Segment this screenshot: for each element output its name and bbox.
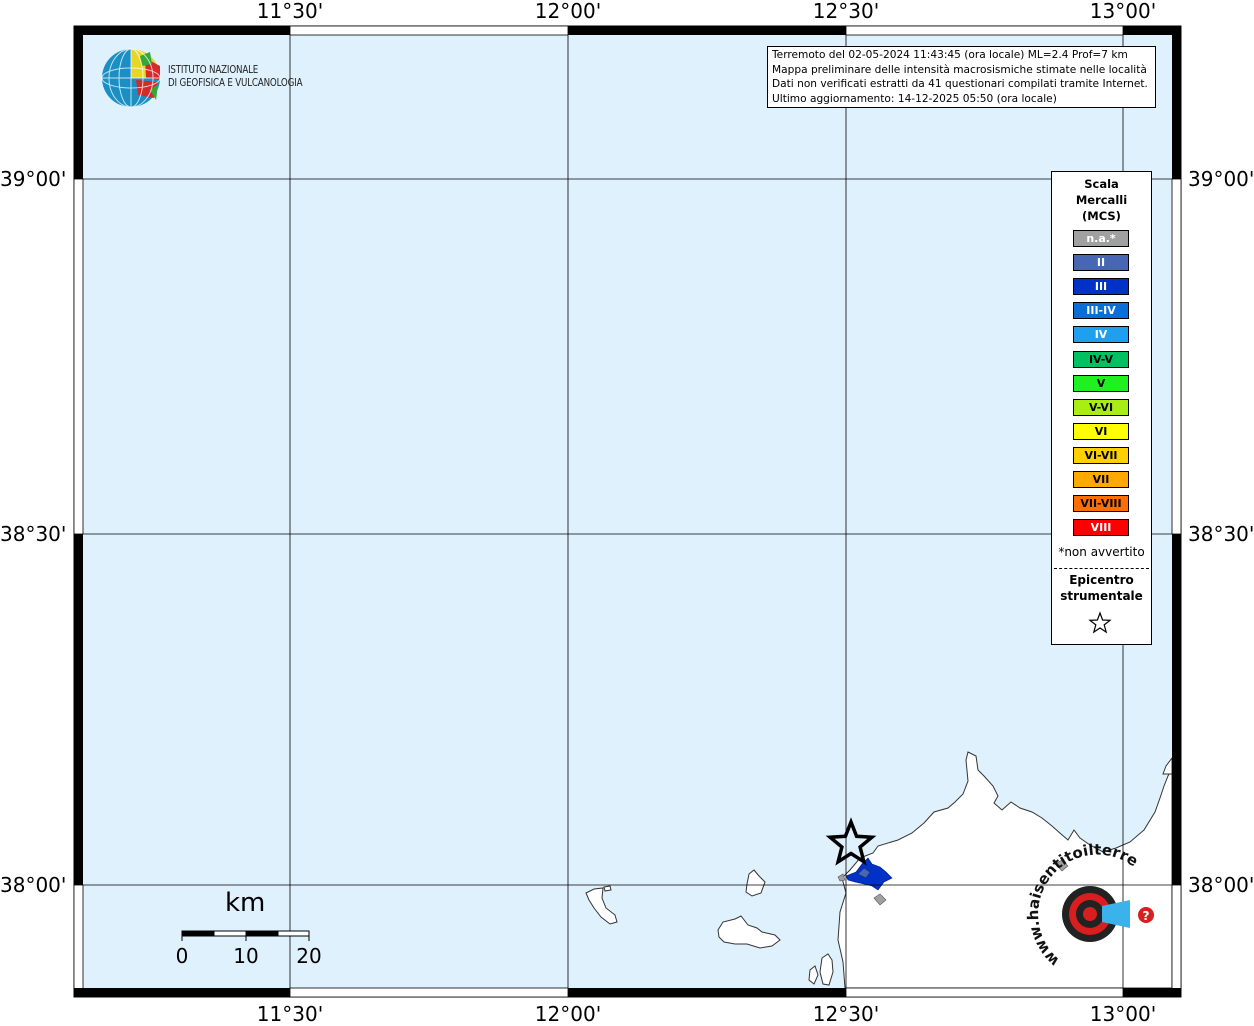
legend-swatch-3: III-IV [1073,302,1129,320]
lon-tick-bottom-0: 11°30' [256,1002,324,1026]
legend-swatch-2: III [1073,278,1129,296]
lon-tick-bottom-1: 12°00' [534,1002,602,1026]
legend-swatch-12: VIII [1073,519,1129,537]
legend-epicenter-label: Epicentro strumentale [1052,572,1151,604]
lat-tick-left-0: 39°00' [0,167,67,191]
ingv-logo-text: ISTITUTO NAZIONALE DI GEOFISICA E VULCAN… [168,63,303,89]
ingv-globe-logo [101,48,161,108]
scale-label-0: 0 [175,944,189,968]
lat-tick-left-2: 38°00' [0,873,67,897]
legend-swatch-5: IV-V [1073,350,1129,368]
legend-swatch-4: IV [1073,326,1129,344]
legend-note: *non avvertito [1058,545,1145,559]
lon-tick-bottom-2: 12°30' [812,1002,880,1026]
info-line-2: Mappa preliminare delle intensità macros… [772,63,1147,76]
logo-line-2: DI GEOFISICA E VULCANOLOGIA [168,76,303,89]
lat-tick-right-2: 38°00' [1188,873,1254,897]
legend-swatch-10: VII [1073,471,1129,488]
scale-label-20: 20 [296,944,322,968]
legend-swatch-7: V-VI [1073,398,1129,416]
legend-divider [1054,568,1149,569]
legend-swatch-0: n.a.* [1073,230,1129,247]
legend-epi-2: strumentale [1060,589,1143,603]
legend-title-3: (MCS) [1082,209,1121,223]
legend-swatch-9: VI-VII [1073,446,1129,464]
lat-tick-right-0: 39°00' [1188,167,1254,191]
legend-epi-1: Epicentro [1069,573,1134,587]
lon-tick-top-1: 12°00' [534,0,602,23]
lat-tick-right-1: 38°30' [1188,522,1254,546]
legend-swatch-1: II [1073,254,1129,272]
legend-title-1: Scala [1084,177,1119,191]
legend-swatch-11: VII-VIII [1073,495,1129,513]
intensity-legend: Scala Mercalli (MCS) n.a.* II III III-IV IV I… [1051,171,1152,645]
scale-label-10: 10 [233,944,259,968]
info-line-4: Ultimo aggiornamento: 14-12-2025 05:50 (… [772,92,1057,105]
legend-swatch-6: V [1073,374,1129,392]
lat-tick-left-1: 38°30' [0,522,67,546]
info-line-3: Dati non verificati estratti da 41 quest… [772,78,1148,90]
lon-tick-top-0: 11°30' [256,0,324,23]
lon-tick-top-3: 13°00' [1089,0,1157,23]
legend-title-2: Mercalli [1075,193,1128,207]
legend-title: Scala Mercalli (MCS) [1052,176,1151,224]
info-line-1: Terremoto del 02-05-2024 11:43:45 (ora l… [772,49,1128,61]
lon-tick-top-2: 12°30' [812,0,880,23]
legend-swatch-8: VI [1073,422,1129,440]
svg-text:?: ? [1143,909,1150,923]
scale-bar-unit: km [225,888,266,918]
marettimo-islet [603,885,612,892]
legend-star-icon [1088,611,1112,634]
earthquake-info-box: Terremoto del 02-05-2024 11:43:45 (ora l… [767,46,1156,108]
logo-line-1: ISTITUTO NAZIONALE [168,63,259,76]
lon-tick-bottom-3: 13°00' [1089,1002,1157,1026]
